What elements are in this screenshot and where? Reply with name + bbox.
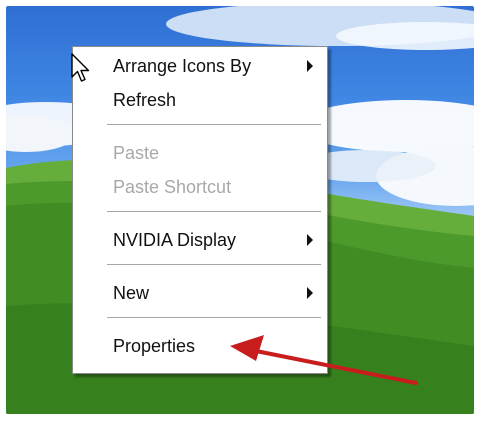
annotation-arrow-icon (230, 335, 418, 385)
menu-item-label: Paste Shortcut (113, 176, 232, 197)
menu-item-nvidia-display[interactable]: NVIDIA Display (73, 223, 327, 257)
mouse-pointer-icon (71, 53, 90, 82)
menu-item-arrange-icons-by[interactable]: Arrange Icons By (73, 49, 327, 83)
menu-item-paste-shortcut[interactable]: Paste Shortcut (73, 170, 327, 204)
menu-separator (107, 211, 321, 213)
menu-item-label: Arrange Icons By (113, 55, 252, 76)
menu-item-label: NVIDIA Display (113, 229, 237, 250)
menu-separator (107, 124, 321, 126)
menu-item-paste[interactable]: Paste (73, 136, 327, 170)
desktop-context-menu: Arrange Icons By Refresh Paste Paste Sho… (72, 46, 328, 374)
menu-item-label: Refresh (113, 89, 177, 110)
menu-separator (107, 264, 321, 266)
menu-item-new[interactable]: New (73, 276, 327, 310)
menu-item-label: Paste (113, 142, 160, 163)
menu-item-refresh[interactable]: Refresh (73, 83, 327, 117)
screenshot-frame: Arrange Icons By Refresh Paste Paste Sho… (6, 6, 474, 414)
submenu-arrow-icon (307, 234, 313, 246)
submenu-arrow-icon (307, 287, 313, 299)
menu-separator (107, 317, 321, 319)
menu-item-label: New (113, 282, 150, 303)
submenu-arrow-icon (307, 60, 313, 72)
menu-item-label: Properties (113, 335, 196, 356)
